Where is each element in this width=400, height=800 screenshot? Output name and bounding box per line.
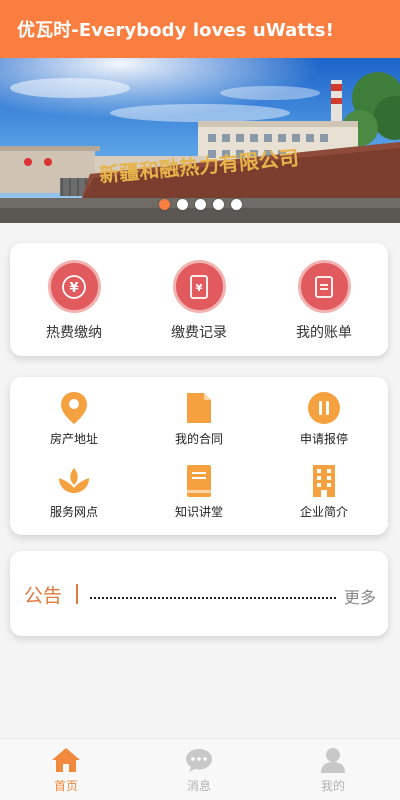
tab-messages[interactable]: 消息 — [159, 739, 239, 800]
my-contract-button[interactable]: 我的合同 — [154, 390, 244, 447]
payment-record-icon: ¥ — [172, 260, 226, 313]
notice-more-link[interactable]: 更多 — [344, 584, 376, 608]
knowledge-lecture-button[interactable]: 知识讲堂 — [154, 463, 244, 520]
carousel-dot[interactable] — [158, 199, 170, 210]
carousel-dot[interactable] — [194, 199, 206, 210]
carousel-dot[interactable] — [176, 199, 188, 210]
tab-profile[interactable]: 我的 — [293, 739, 373, 800]
banner-carousel[interactable]: 新疆和融热力有限公司 — [0, 58, 400, 223]
notice-divider — [76, 584, 78, 604]
property-address-label: 房产地址 — [49, 432, 98, 446]
service-outlets-button[interactable]: 服务网点 — [29, 463, 119, 520]
app-title: 优瓦时-Everybody loves uWatts! — [17, 20, 334, 41]
bottom-tab-bar: 首页 消息 我的 — [0, 738, 400, 800]
message-icon — [184, 747, 214, 773]
carousel-dot[interactable] — [230, 199, 242, 210]
heating-fee-payment-button[interactable]: ¥ 热费缴纳 — [29, 260, 119, 342]
carousel-indicators — [0, 199, 400, 210]
my-contract-label: 我的合同 — [174, 432, 223, 446]
notice-ticker-placeholder — [90, 597, 336, 599]
svg-text:¥: ¥ — [69, 281, 78, 296]
tab-profile-label: 我的 — [320, 779, 345, 793]
yuan-coin-icon: ¥ — [47, 260, 101, 313]
tab-home[interactable]: 首页 — [26, 739, 106, 800]
app-header: 优瓦时-Everybody loves uWatts! — [0, 0, 400, 58]
home-icon — [51, 747, 81, 773]
company-profile-button[interactable]: 企业简介 — [279, 463, 369, 520]
payment-record-label: 缴费记录 — [171, 325, 227, 341]
services-card: 房产地址 我的合同 申请报停 服务网点 知识讲堂 企业简介 — [10, 377, 388, 535]
company-profile-label: 企业简介 — [299, 505, 348, 519]
notice-card[interactable]: 公告 更多 — [10, 551, 388, 636]
my-bill-button[interactable]: 我的账单 — [279, 260, 369, 342]
payment-card: ¥ 热费缴纳 ¥ 缴费记录 我的账单 — [10, 243, 388, 356]
profile-icon — [318, 747, 348, 773]
building-icon — [306, 463, 342, 499]
apply-suspension-label: 申请报停 — [299, 432, 348, 446]
tab-home-label: 首页 — [53, 779, 78, 793]
lotus-icon — [56, 463, 92, 499]
apply-suspension-button[interactable]: 申请报停 — [279, 390, 369, 447]
document-icon — [181, 390, 217, 426]
bill-icon — [297, 260, 351, 313]
svg-text:¥: ¥ — [196, 283, 203, 294]
property-address-button[interactable]: 房产地址 — [29, 390, 119, 447]
heating-fee-payment-label: 热费缴纳 — [46, 325, 102, 341]
location-pin-icon — [56, 390, 92, 426]
service-outlets-label: 服务网点 — [49, 505, 98, 519]
notice-title: 公告 — [24, 585, 63, 607]
knowledge-lecture-label: 知识讲堂 — [174, 505, 223, 519]
book-icon — [181, 463, 217, 499]
carousel-dot[interactable] — [212, 199, 224, 210]
pause-icon — [306, 390, 342, 426]
tab-messages-label: 消息 — [186, 779, 211, 793]
payment-record-button[interactable]: ¥ 缴费记录 — [154, 260, 244, 342]
my-bill-label: 我的账单 — [296, 325, 352, 341]
